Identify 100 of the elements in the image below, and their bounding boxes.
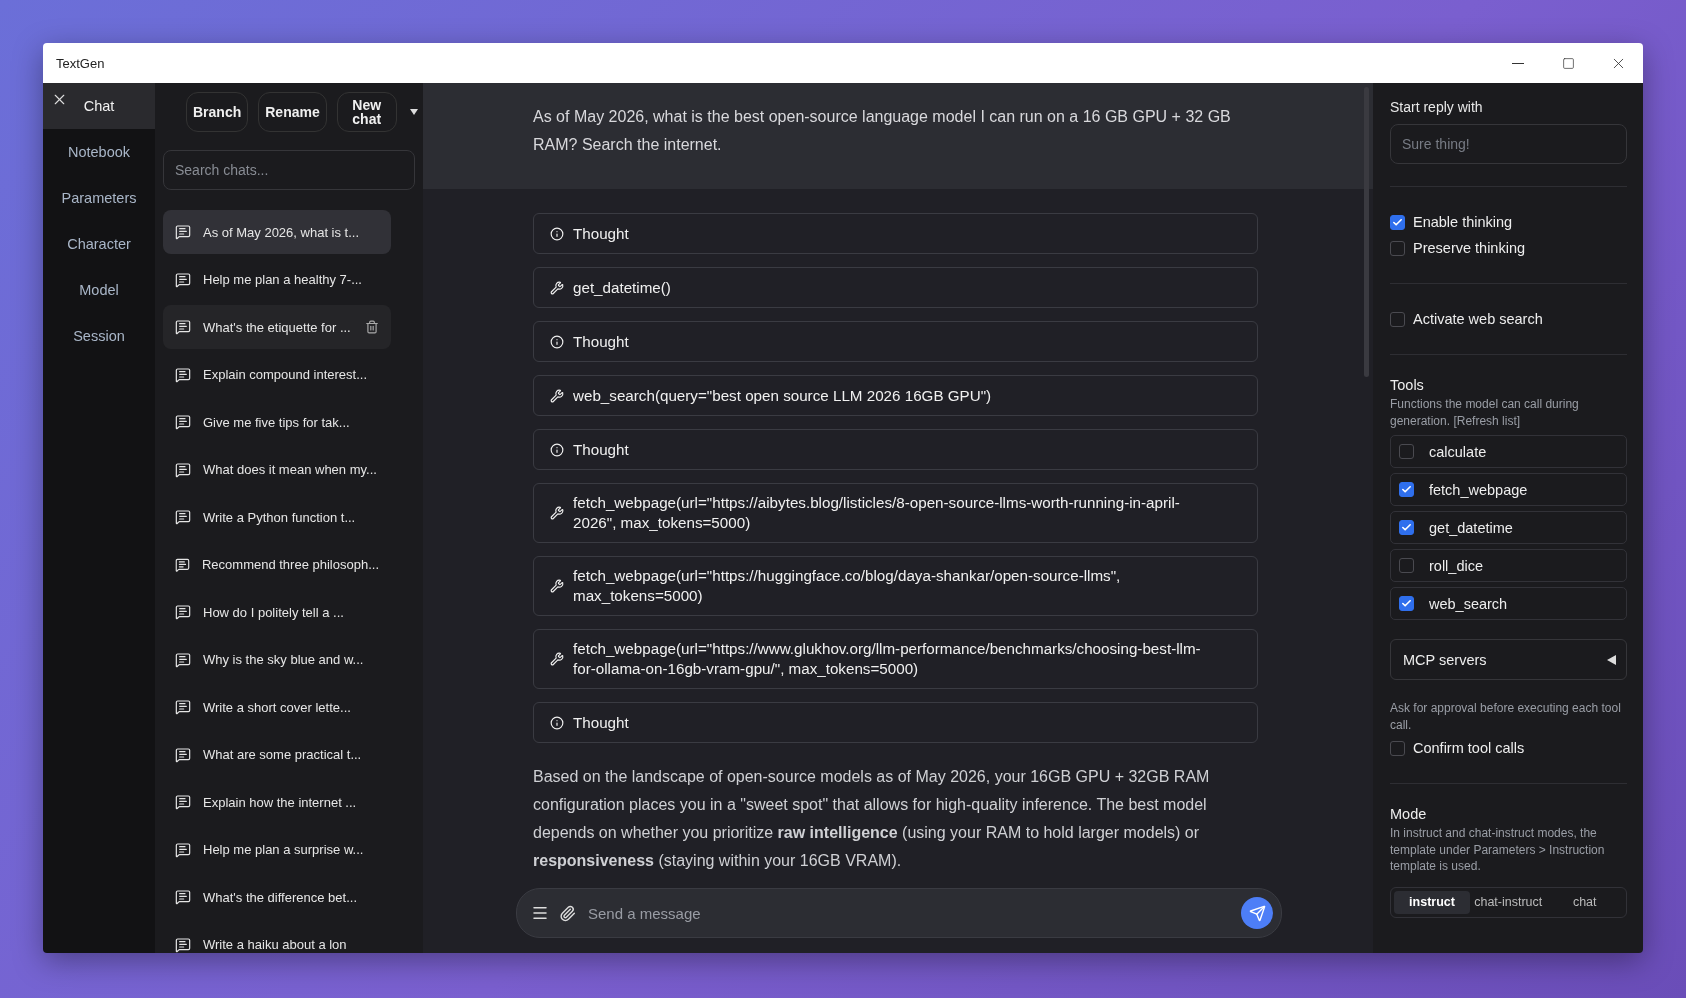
mode-option[interactable]: instruct xyxy=(1394,890,1470,914)
tool-call-block[interactable]: fetch_webpage(url="https://aibytes.blog/listicles/8-open-source-llms-worth-running-in-april-2026", max_tokens=5000) xyxy=(533,483,1258,543)
chat-bubble-icon xyxy=(175,319,191,335)
wrench-icon xyxy=(550,280,564,295)
caret-icon[interactable] xyxy=(408,108,419,116)
caret-icon xyxy=(1607,654,1616,665)
checkbox-label: Enable thinking xyxy=(1413,214,1513,230)
thought-block[interactable]: Thought xyxy=(533,213,1258,254)
send-icon xyxy=(1248,904,1266,922)
checkbox[interactable] xyxy=(1390,214,1405,230)
chat-item[interactable]: Write a haiku about a lon xyxy=(163,922,391,953)
toolbar-button[interactable]: New chat xyxy=(336,92,397,132)
nav-tab[interactable]: Parameters xyxy=(43,175,155,221)
checkbox[interactable] xyxy=(1399,558,1414,573)
chat-bubble-icon xyxy=(175,271,191,288)
chat-bubble-icon xyxy=(175,366,191,383)
chat-item[interactable]: As of May 2026, what is t... xyxy=(163,210,391,254)
chat-bubble-icon xyxy=(175,414,191,430)
info-icon xyxy=(550,334,564,349)
mode-option[interactable]: chat xyxy=(1546,890,1623,914)
checkbox[interactable] xyxy=(1390,740,1405,756)
toolbar-button[interactable]: Rename xyxy=(258,92,327,132)
chat-item[interactable]: Write a short cover lette... xyxy=(163,685,391,729)
chat-item[interactable]: Help me plan a healthy 7-... xyxy=(163,257,391,302)
tool-option[interactable]: web_search xyxy=(1390,587,1627,620)
chat-bubble-icon xyxy=(175,604,191,620)
section-description: Functions the model can call during generation. [Refresh list] xyxy=(1390,396,1580,429)
chat-bubble-icon xyxy=(175,746,191,763)
minimize-icon xyxy=(1512,62,1524,64)
assistant-message: Based on the landscape of open-source models as of May 2026, your 16GB GPU + 32GB RAM configuration places you in a "sweet spot" that allows for high-quality inference. The best model depends on whether you prioritize raw intelligence (using your RAM to hold larger models) or responsiveness (staying within your 16GB VRAM). xyxy=(533,767,1211,871)
start-reply-field[interactable]: Sure thing! xyxy=(1390,124,1627,164)
check-icon xyxy=(1401,484,1412,495)
nav-tab[interactable]: Notebook xyxy=(43,129,155,175)
nav-tab[interactable]: Session xyxy=(43,313,155,359)
tool-call-block[interactable]: fetch_webpage(url="https://www.glukhov.org/llm-performance/benchmarks/choosing-best-llm-for-ollama-on-16gb-vram-gpu/", max_tokens=5000) xyxy=(533,629,1258,689)
chat-bubble-icon xyxy=(175,841,191,858)
chat-bubble-icon xyxy=(175,889,191,905)
section-title: Mode xyxy=(1390,806,1428,822)
tool-call-block[interactable]: get_datetime() xyxy=(533,267,1258,308)
nav-tab[interactable]: Model xyxy=(43,267,155,313)
send-button[interactable] xyxy=(1241,897,1273,929)
user-message: As of May 2026, what is the best open-source language model I can run on a 16 GB GPU + 32 GB RAM? Search the internet. xyxy=(533,107,1232,155)
checkbox[interactable] xyxy=(1399,482,1414,497)
chat-item[interactable]: Give me five tips for tak... xyxy=(163,400,391,444)
chat-item[interactable]: Explain how the internet ... xyxy=(163,780,391,824)
message-field[interactable]: Send a message xyxy=(516,888,1282,938)
delete-icon[interactable] xyxy=(365,320,379,334)
message-input[interactable]: Send a message xyxy=(586,903,1231,923)
wrench-icon xyxy=(550,652,564,666)
search-field[interactable]: Search chats... xyxy=(163,150,415,190)
tool-call-block[interactable]: fetch_webpage(url="https://huggingface.co/blog/daya-shankar/open-source-llms", max_tokens=5000) xyxy=(533,556,1258,616)
scrollbar[interactable] xyxy=(1364,87,1369,377)
section-title: Tools xyxy=(1390,377,1425,393)
info-icon xyxy=(550,715,564,730)
paperclip-icon[interactable] xyxy=(559,904,576,922)
toolbar-button[interactable]: Branch xyxy=(186,92,249,132)
chat-item[interactable]: What are some practical t... xyxy=(163,732,391,777)
chat-bubble-icon xyxy=(175,699,191,715)
checkbox[interactable] xyxy=(1399,520,1414,535)
checkbox[interactable] xyxy=(1390,311,1405,327)
tool-option[interactable]: fetch_webpage xyxy=(1390,473,1627,506)
checkbox-label: Preserve thinking xyxy=(1413,240,1526,256)
chat-item[interactable]: Recommend three philosoph... xyxy=(163,542,391,587)
checkbox-label: Activate web search xyxy=(1413,311,1543,327)
window-title: TextGen xyxy=(56,55,106,71)
nav-tab[interactable]: Character xyxy=(43,221,155,267)
chat-item[interactable]: Explain compound interest... xyxy=(163,352,391,397)
chat-item[interactable]: What's the difference bet... xyxy=(163,875,391,919)
mcp-servers-accordion[interactable]: MCP servers xyxy=(1390,639,1627,680)
chat-bubble-icon xyxy=(175,509,191,525)
mode-option[interactable]: chat-instruct xyxy=(1470,890,1547,914)
tool-option[interactable]: get_datetime xyxy=(1390,511,1627,544)
chat-item[interactable]: Write a Python function t... xyxy=(163,495,391,539)
tool-option[interactable]: roll_dice xyxy=(1390,549,1627,582)
checkbox[interactable] xyxy=(1399,596,1414,611)
thought-block[interactable]: Thought xyxy=(533,321,1258,362)
chat-item[interactable]: What does it mean when my... xyxy=(163,447,391,492)
info-icon xyxy=(550,226,564,241)
tool-call-block[interactable]: web_search(query="best open source LLM 2026 16GB GPU") xyxy=(533,375,1258,416)
tool-option[interactable]: calculate xyxy=(1390,435,1627,468)
check-icon xyxy=(1401,598,1412,609)
menu-icon[interactable] xyxy=(531,904,549,922)
checkbox[interactable] xyxy=(1390,240,1405,256)
chat-bubble-icon xyxy=(175,794,191,810)
checkbox[interactable] xyxy=(1399,444,1414,459)
chat-bubble-icon xyxy=(175,224,191,240)
chat-bubble-icon xyxy=(175,651,191,668)
chat-bubble-icon xyxy=(175,556,190,573)
chat-item[interactable]: How do I politely tell a ... xyxy=(163,590,391,634)
chat-item[interactable]: Help me plan a surprise w... xyxy=(163,827,391,872)
maximize-icon xyxy=(1561,56,1575,70)
check-icon xyxy=(1401,522,1412,533)
nav-tab[interactable]: Chat xyxy=(43,83,155,129)
chat-item[interactable]: What's the etiquette for ... xyxy=(163,305,391,349)
section-description: Ask for approval before executing each tool call. xyxy=(1390,700,1622,733)
wrench-icon xyxy=(550,579,564,593)
chat-item[interactable]: Why is the sky blue and w... xyxy=(163,637,391,682)
info-icon xyxy=(550,442,564,457)
thought-block[interactable]: Thought xyxy=(533,429,1258,470)
thought-block[interactable]: Thought xyxy=(533,702,1258,743)
